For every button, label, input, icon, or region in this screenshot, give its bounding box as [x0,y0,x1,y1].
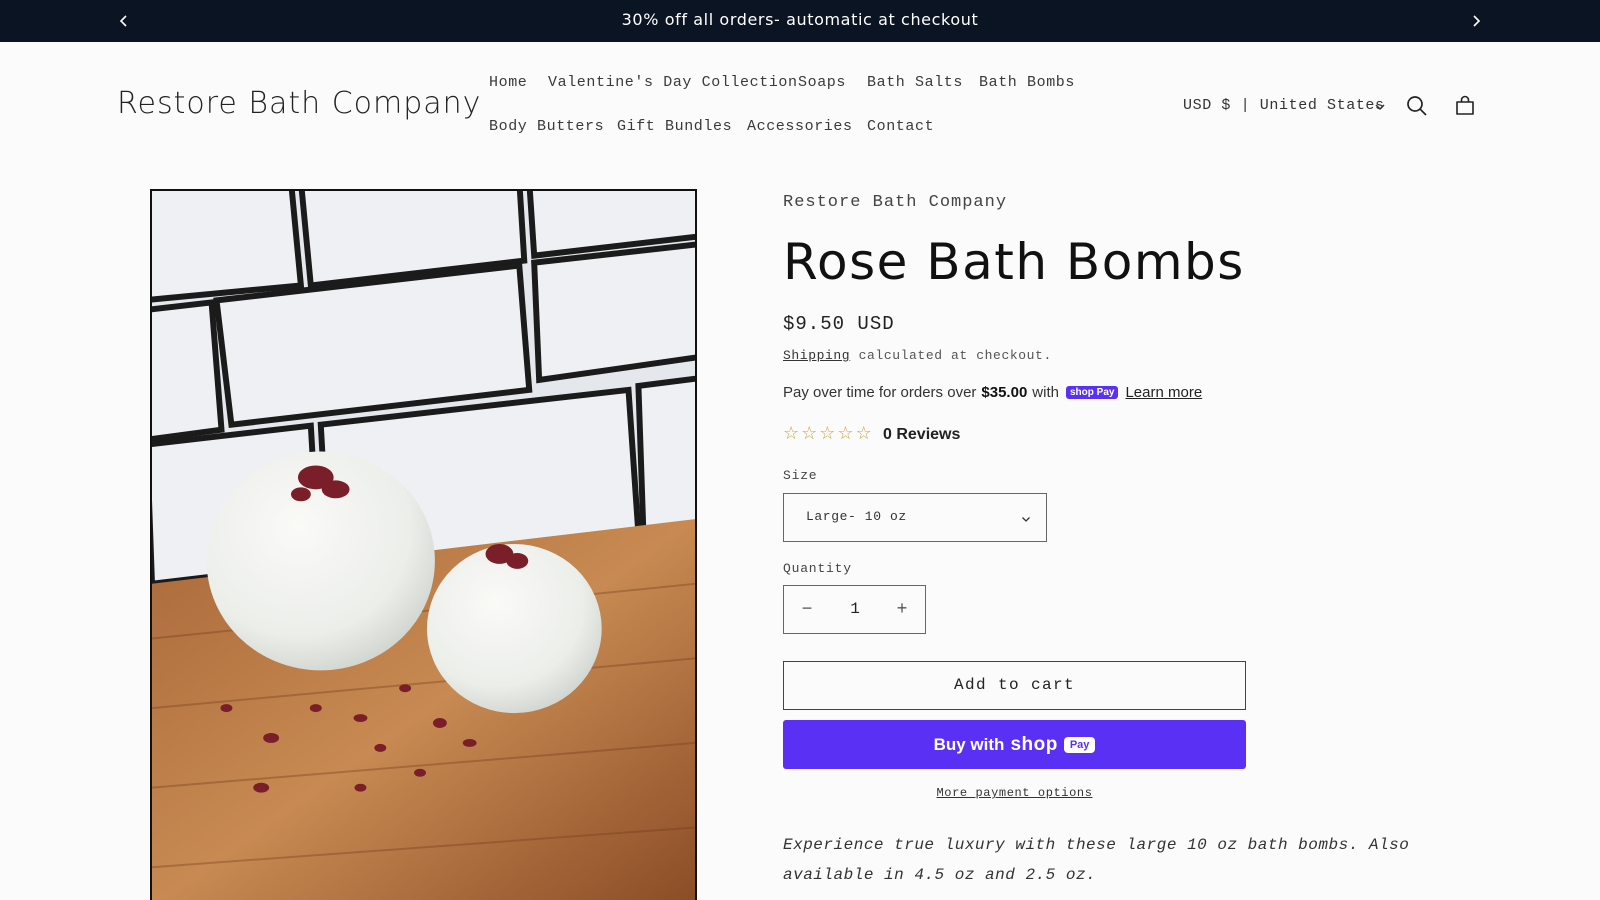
cart-icon[interactable] [1453,94,1477,118]
quantity-decrease-button[interactable]: − [796,599,818,621]
quantity-label: Quantity [783,561,852,576]
chevron-down-icon [1375,104,1385,111]
star-outline-icon: ☆ [783,423,800,444]
shipping-note: Shipping calculated at checkout. [783,348,1052,363]
nav-bath-salts[interactable]: Bath Salts [867,74,963,91]
search-icon[interactable] [1405,94,1429,118]
nav-soaps[interactable]: Soaps [798,74,846,91]
announcement-bar: 30% off all orders- automatic at checkou… [0,0,1600,42]
star-outline-icon: ☆ [837,423,854,444]
shipping-link[interactable]: Shipping [783,348,850,363]
rating-stars[interactable]: ☆ ☆ ☆ ☆ ☆ [783,425,872,443]
store-logo[interactable]: Restore Bath Company [117,86,481,121]
nav-accessories[interactable]: Accessories [747,118,853,135]
nav-home[interactable]: Home [489,74,527,91]
installments-prefix: Pay over time for orders over [783,384,977,401]
installments-banner: Pay over time for orders over $35.00 wit… [783,384,1202,401]
nav-body-butters[interactable]: Body Butters [489,118,604,135]
shop-pay-brand: shop [1010,733,1058,755]
product-vendor: Restore Bath Company [783,193,1008,212]
quantity-increase-button[interactable]: + [891,599,913,621]
star-outline-icon: ☆ [801,423,818,444]
chevron-right-icon[interactable] [1466,11,1486,31]
size-label: Size [783,468,818,483]
buy-now-prefix: Buy with [933,734,1005,754]
product-image[interactable] [150,189,697,900]
bath-bombs-photo [152,191,695,900]
product-title: Rose Bath Bombs [783,233,1245,291]
quantity-input[interactable]: 1 [830,600,880,618]
announcement-text: 30% off all orders- automatic at checkou… [621,10,979,29]
quantity-stepper: − 1 + [783,585,926,634]
shop-pay-logo: shop Pay [1065,386,1119,399]
size-selected-value: Large- 10 oz [806,509,907,524]
star-outline-icon: ☆ [855,423,872,444]
nav-gift-bundles[interactable]: Gift Bundles [617,118,732,135]
chevron-down-icon [1022,517,1030,522]
installments-amount: $35.00 [981,384,1028,401]
product-description: Experience true luxury with these large … [783,836,1410,884]
currency-selector[interactable]: USD $ | United States [1183,97,1385,114]
product-price: $9.50 USD [783,313,895,335]
learn-more-link[interactable]: Learn more [1125,384,1202,401]
star-outline-icon: ☆ [819,423,836,444]
nav-valentines-day-collection[interactable]: Valentine's Day Collection [548,74,798,91]
installments-with: with [1032,384,1059,401]
more-payment-options-link[interactable]: More payment options [783,786,1246,800]
shipping-text: calculated at checkout. [850,348,1052,363]
size-select[interactable]: Large- 10 oz [783,493,1047,542]
add-to-cart-button[interactable]: Add to cart [783,661,1246,710]
nav-contact[interactable]: Contact [867,118,934,135]
nav-bath-bombs[interactable]: Bath Bombs [979,74,1075,91]
shop-pay-pill: Pay [1063,736,1096,753]
buy-with-shop-pay-button[interactable]: Buy with shop Pay [783,720,1246,769]
reviews-count[interactable]: 0 Reviews [883,426,960,444]
